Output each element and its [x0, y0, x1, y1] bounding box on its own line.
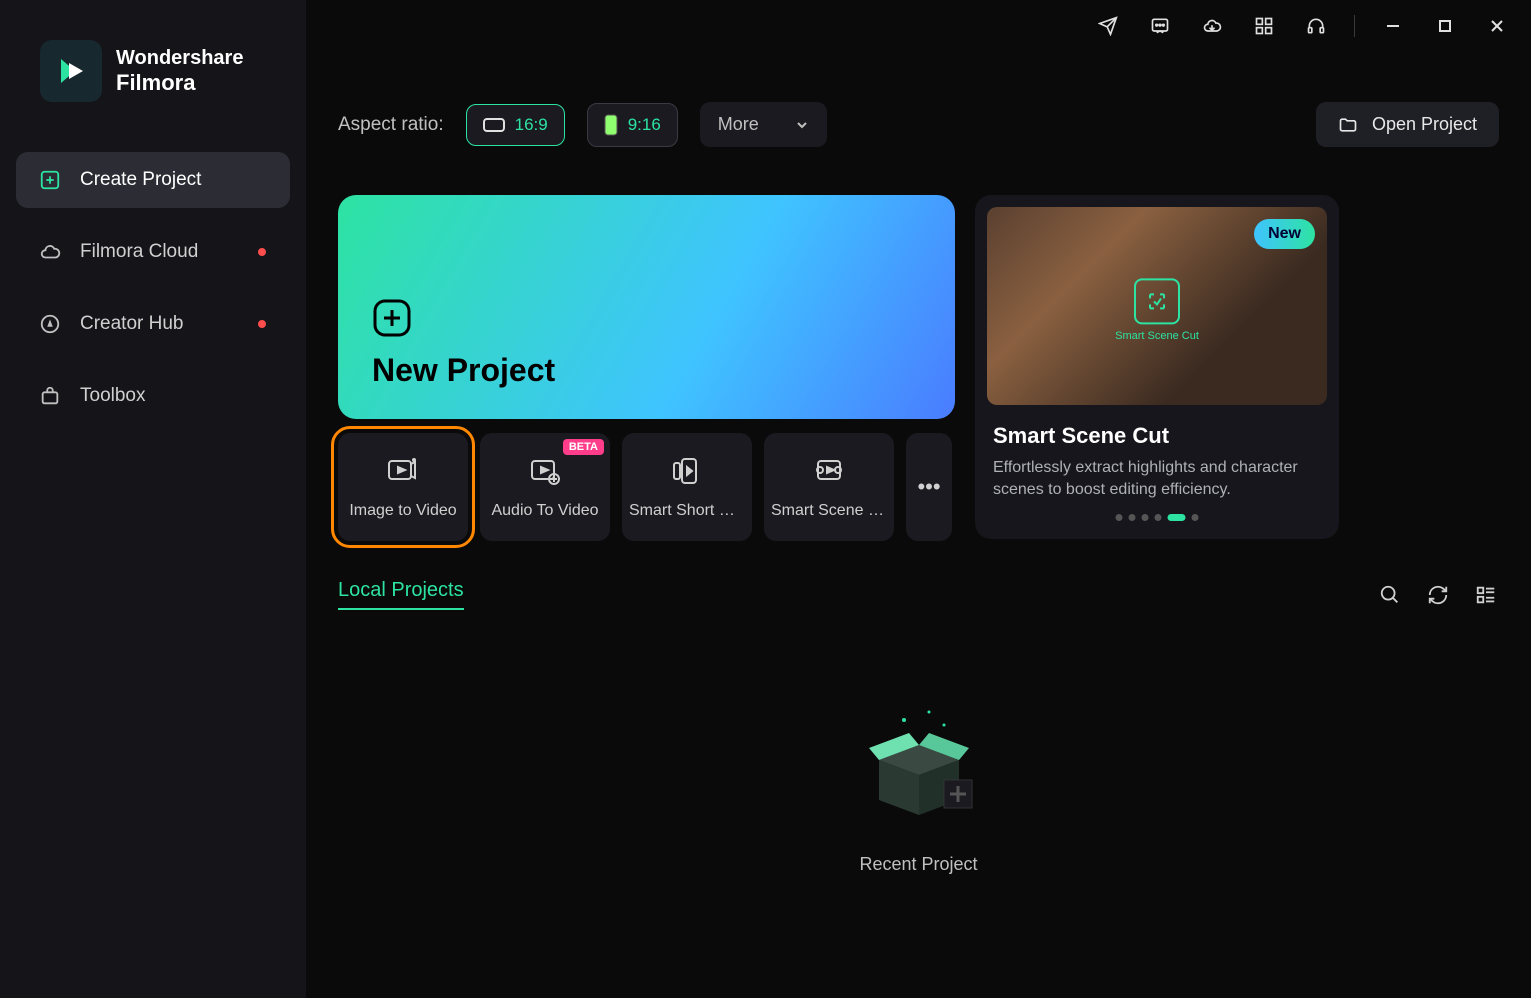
ellipsis-icon: •••	[917, 474, 940, 500]
tool-label: Smart Scene Cut	[771, 502, 887, 520]
list-view-icon[interactable]	[1473, 582, 1499, 608]
local-projects-row: Local Projects	[338, 579, 1499, 610]
maximize-icon[interactable]	[1431, 12, 1459, 40]
sidebar-item-create-project[interactable]: Create Project	[16, 152, 290, 208]
tools-icon	[38, 384, 62, 408]
tool-label: Image to Video	[349, 502, 456, 520]
sidebar-item-label: Filmora Cloud	[80, 241, 198, 263]
tool-label: Audio To Video	[491, 502, 598, 520]
carousel-dot[interactable]	[1116, 514, 1123, 521]
beta-badge: BETA	[563, 439, 604, 455]
sidebar-item-label: Create Project	[80, 169, 201, 191]
tab-local-projects[interactable]: Local Projects	[338, 579, 464, 610]
new-project-label: New Project	[372, 352, 921, 389]
feature-card[interactable]: New Smart Scene Cut Smart Scene Cut Effo…	[975, 195, 1339, 539]
feedback-icon[interactable]	[1146, 12, 1174, 40]
short-clip-icon	[670, 454, 704, 488]
divider	[1354, 15, 1355, 37]
sidebar-item-label: Toolbox	[80, 385, 146, 407]
plus-square-icon	[38, 168, 62, 192]
plus-rounded-icon	[372, 298, 412, 338]
folder-icon	[1338, 115, 1358, 135]
carousel-dot[interactable]	[1155, 514, 1162, 521]
search-icon[interactable]	[1377, 582, 1403, 608]
titlebar	[306, 0, 1531, 52]
aspect-ratio-row: Aspect ratio: 16:9 9:16 More Open Projec…	[338, 102, 1499, 147]
tool-audio-to-video[interactable]: BETA Audio To Video	[480, 433, 610, 541]
audio-video-icon	[528, 454, 562, 488]
scene-cut-icon	[812, 454, 846, 488]
sidebar-item-toolbox[interactable]: Toolbox	[16, 368, 290, 424]
open-project-label: Open Project	[1372, 114, 1477, 135]
tool-image-to-video[interactable]: Image to Video	[338, 433, 468, 541]
aspect-ratio-more[interactable]: More	[700, 102, 827, 147]
headset-icon[interactable]	[1302, 12, 1330, 40]
tool-more-button[interactable]: •••	[906, 433, 952, 541]
chevron-down-icon	[795, 118, 809, 132]
empty-state: Recent Project	[338, 700, 1499, 875]
brand-line1: Wondershare	[116, 47, 243, 70]
feature-title: Smart Scene Cut	[993, 423, 1321, 449]
compass-icon	[38, 312, 62, 336]
empty-box-icon	[849, 700, 989, 830]
app-title: Wondershare Filmora	[116, 47, 243, 96]
hero-row: New Project Image to Video BETA Audio To…	[338, 195, 1499, 541]
aspect-ratio-label: Aspect ratio:	[338, 114, 444, 136]
open-project-button[interactable]: Open Project	[1316, 102, 1499, 147]
sidebar-item-filmora-cloud[interactable]: Filmora Cloud	[16, 224, 290, 280]
tool-smart-scene-cut[interactable]: Smart Scene Cut	[764, 433, 894, 541]
carousel-dots[interactable]	[1116, 514, 1199, 521]
sidebar-item-label: Creator Hub	[80, 313, 184, 335]
close-icon[interactable]	[1483, 12, 1511, 40]
carousel-dot[interactable]	[1129, 514, 1136, 521]
tool-label: Smart Short Cli...	[629, 502, 745, 520]
main-area: Aspect ratio: 16:9 9:16 More Open Projec…	[306, 0, 1531, 998]
aspect-ratio-16-9[interactable]: 16:9	[466, 104, 565, 146]
sidebar: Wondershare Filmora Create Project Filmo…	[0, 0, 306, 998]
portrait-icon	[604, 114, 618, 136]
aspect-ratio-value: 16:9	[515, 115, 548, 135]
aspect-ratio-value: 9:16	[628, 115, 661, 135]
empty-label: Recent Project	[859, 854, 977, 875]
content: Aspect ratio: 16:9 9:16 More Open Projec…	[306, 52, 1531, 875]
feature-thumb-label: Smart Scene Cut	[1115, 330, 1199, 342]
sidebar-item-creator-hub[interactable]: Creator Hub	[16, 296, 290, 352]
send-icon[interactable]	[1094, 12, 1122, 40]
notification-dot	[258, 248, 266, 256]
carousel-dot[interactable]	[1142, 514, 1149, 521]
brand-line2: Filmora	[116, 70, 243, 96]
new-badge: New	[1254, 219, 1315, 249]
refresh-icon[interactable]	[1425, 582, 1451, 608]
more-label: More	[718, 114, 759, 135]
aspect-ratio-9-16[interactable]: 9:16	[587, 103, 678, 147]
grid-apps-icon[interactable]	[1250, 12, 1278, 40]
carousel-dot[interactable]	[1192, 514, 1199, 521]
landscape-icon	[483, 118, 505, 132]
carousel-dot-active[interactable]	[1168, 514, 1186, 521]
feature-thumbnail: New Smart Scene Cut	[987, 207, 1327, 405]
tool-row: Image to Video BETA Audio To Video Smart…	[338, 433, 955, 541]
feature-description: Effortlessly extract highlights and char…	[993, 457, 1321, 502]
filmora-logo-icon	[40, 40, 102, 102]
scene-detect-icon	[1134, 278, 1180, 324]
image-video-icon	[386, 454, 420, 488]
minimize-icon[interactable]	[1379, 12, 1407, 40]
new-project-card[interactable]: New Project	[338, 195, 955, 419]
download-cloud-icon[interactable]	[1198, 12, 1226, 40]
cloud-icon	[38, 240, 62, 264]
notification-dot	[258, 320, 266, 328]
tool-smart-short-clip[interactable]: Smart Short Cli...	[622, 433, 752, 541]
app-logo: Wondershare Filmora	[16, 40, 290, 102]
